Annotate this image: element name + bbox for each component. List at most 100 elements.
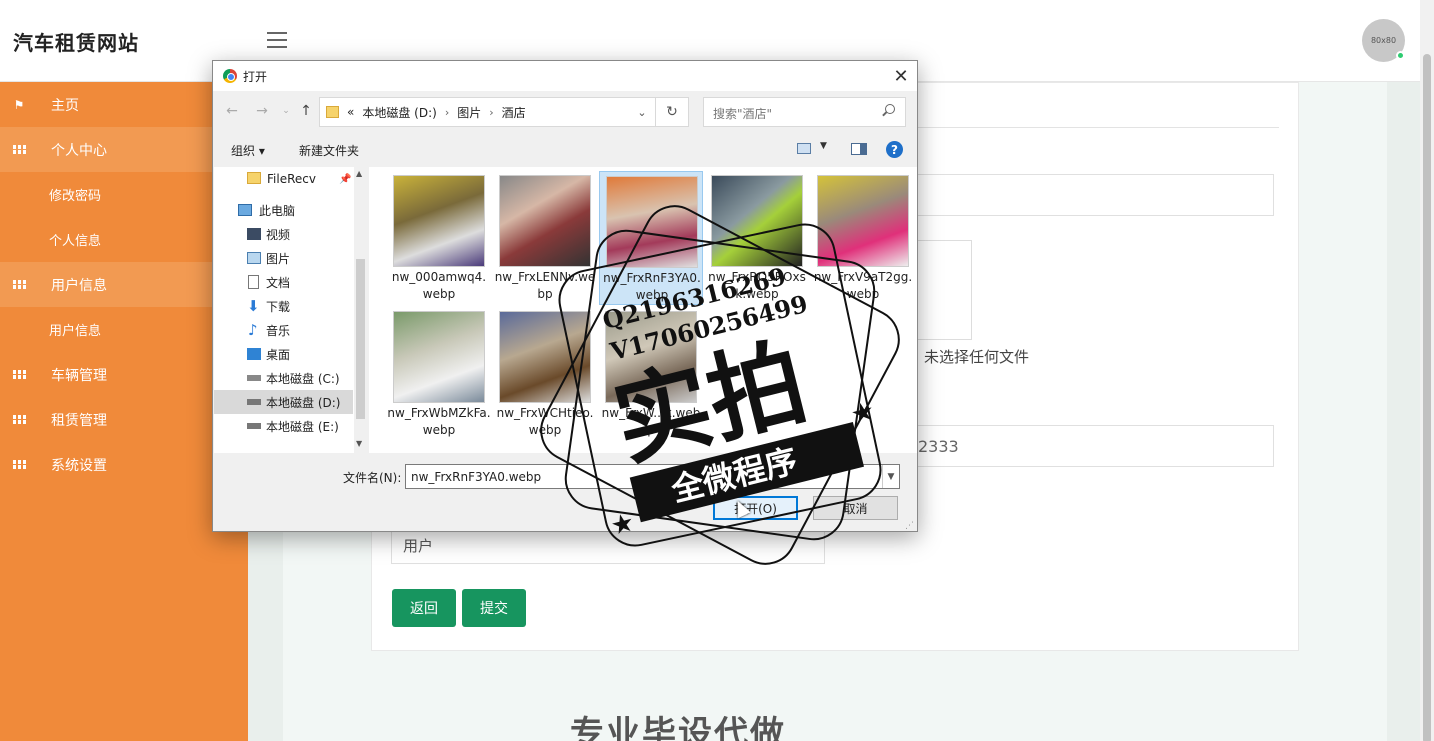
tree-item-filerecv[interactable]: FileRecv 📌: [214, 167, 353, 191]
tree-item-label: 视频: [266, 227, 291, 242]
tree-item-documents[interactable]: 文档: [214, 270, 353, 294]
grid-icon: [13, 414, 26, 426]
file-open-dialog: 打开 ✕ ← → ⌄ ↑ « 本地磁盘 (D:) › 图片 › 酒店 ⌄ ↻ 搜…: [212, 60, 918, 532]
filename-input[interactable]: nw_FrxRnF3YA0.webp: [405, 464, 900, 489]
tree-item-downloads[interactable]: ⬇ 下载: [214, 294, 353, 318]
back-arrow-icon[interactable]: ←: [221, 97, 243, 125]
sidebar-item-label: 车辆管理: [51, 367, 107, 384]
page-scrollbar-thumb[interactable]: [1423, 54, 1431, 741]
file-thumbnail: [606, 176, 698, 268]
search-input[interactable]: 搜索"酒店": [703, 97, 906, 127]
dialog-titlebar: 打开 ✕: [213, 61, 917, 91]
tree-item-label: 桌面: [266, 347, 291, 362]
breadcrumb-item[interactable]: 图片: [457, 104, 481, 121]
chevron-down-icon[interactable]: ▼: [820, 141, 827, 151]
tree-item-drive-e[interactable]: 本地磁盘 (E:): [214, 414, 353, 438]
tree-item-label: 下载: [266, 299, 291, 314]
file-item[interactable]: nw_FrxLENNv.webp: [493, 171, 597, 305]
tree-item-this-pc[interactable]: 此电脑: [214, 198, 353, 222]
page-scrollbar[interactable]: [1420, 0, 1434, 741]
file-name: nw_FrxW...k.webp: [601, 406, 701, 437]
tree-item-label: 音乐: [266, 323, 291, 338]
cancel-button[interactable]: 取消: [813, 496, 898, 520]
sidebar-item-personal-center[interactable]: 个人中心: [0, 127, 248, 172]
drive-icon: [247, 423, 261, 429]
video-icon: [247, 228, 261, 240]
close-icon[interactable]: ✕: [885, 62, 917, 90]
pin-icon: 📌: [339, 173, 352, 185]
file-item[interactable]: nw_000amwq4.webp: [387, 171, 491, 305]
organize-menu[interactable]: 组织 ▾: [231, 142, 265, 159]
menu-toggle-icon[interactable]: [267, 32, 287, 48]
view-mode-icon[interactable]: [797, 143, 811, 154]
file-list: nw_000amwq4.webp nw_FrxLENNv.webp nw_Frx…: [369, 167, 917, 453]
sidebar-item-vehicle-management[interactable]: 车辆管理: [0, 352, 248, 397]
computer-icon: [238, 204, 252, 216]
file-thumbnail: [499, 175, 591, 267]
tree-item-label: 本地磁盘 (D:): [266, 395, 341, 410]
scroll-up-icon[interactable]: ▲: [356, 169, 362, 178]
sidebar-item-home[interactable]: ⚑ 主页: [0, 82, 248, 127]
sidebar-item-user-info-sub[interactable]: 用户信息: [0, 307, 248, 352]
file-item[interactable]: nw_FrxRO5ROxsk.webp: [705, 171, 809, 305]
tree-item-drive-d[interactable]: 本地磁盘 (D:): [214, 390, 353, 414]
file-name: nw_000amwq4.webp: [391, 270, 487, 301]
file-thumbnail: [711, 175, 803, 267]
resize-grip-icon[interactable]: ⋰: [905, 521, 914, 531]
chevron-down-icon[interactable]: ⌄: [629, 97, 655, 127]
role-field[interactable]: [391, 527, 825, 564]
file-name: nw_FrxRnF3YA0.webp: [603, 271, 701, 302]
help-icon[interactable]: ?: [886, 141, 903, 158]
file-item[interactable]: nw_FrxWbMZkFa.webp: [387, 307, 491, 441]
sidebar-item-change-password[interactable]: 修改密码: [0, 172, 248, 217]
sidebar-item-system-settings[interactable]: 系统设置: [0, 442, 248, 487]
tree-item-drive-c[interactable]: 本地磁盘 (C:): [214, 366, 353, 390]
online-status-dot: [1396, 51, 1405, 60]
back-button[interactable]: 返回: [392, 589, 456, 627]
text-input-field[interactable]: [905, 174, 1274, 216]
folder-icon: [326, 106, 339, 118]
sidebar-item-label: 租赁管理: [51, 412, 107, 429]
tree-item-pictures[interactable]: 图片: [214, 246, 353, 270]
file-thumbnail: [605, 311, 697, 403]
breadcrumb-item[interactable]: 酒店: [502, 104, 526, 121]
tree-item-videos[interactable]: 视频: [214, 222, 353, 246]
phone-field[interactable]: [905, 425, 1274, 467]
forward-arrow-icon[interactable]: →: [251, 97, 273, 125]
scroll-down-icon[interactable]: ▼: [356, 439, 362, 448]
sidebar-item-personal-info[interactable]: 个人信息: [0, 217, 248, 262]
file-thumbnail: [817, 175, 909, 267]
file-name: nw_FrxWCHtieo.webp: [496, 406, 594, 437]
tree-item-label: 本地磁盘 (C:): [266, 371, 340, 386]
chevron-right-icon: ›: [444, 105, 450, 119]
sidebar-item-rental-management[interactable]: 租赁管理: [0, 397, 248, 442]
drive-icon: [247, 399, 261, 405]
file-thumbnail: [393, 175, 485, 267]
tree-item-music[interactable]: ♪ 音乐: [214, 318, 353, 342]
file-item-selected[interactable]: nw_FrxRnF3YA0.webp: [599, 171, 703, 305]
recent-dropdown-icon[interactable]: ⌄: [275, 97, 297, 125]
up-arrow-icon[interactable]: ↑: [295, 97, 317, 125]
file-item[interactable]: nw_FrxW...k.webp: [599, 307, 703, 441]
tree-item-desktop[interactable]: 桌面: [214, 342, 353, 366]
open-button[interactable]: 打开(O): [713, 496, 798, 520]
music-icon: ♪: [248, 321, 258, 339]
tree-scrollbar[interactable]: ▲ ▼: [354, 167, 367, 453]
flag-icon: ⚑: [13, 97, 25, 112]
file-item[interactable]: nw_FrxV9aT2gg.webp: [811, 171, 915, 305]
file-item[interactable]: nw_FrxWCHtieo.webp: [493, 307, 597, 441]
preview-pane-icon[interactable]: [851, 143, 867, 155]
new-folder-button[interactable]: 新建文件夹: [299, 142, 359, 159]
breadcrumb-item[interactable]: 本地磁盘 (D:): [362, 104, 436, 121]
role-value: 用户: [403, 537, 434, 555]
dialog-title: 打开: [243, 70, 268, 84]
sidebar-item-label: 用户信息: [51, 277, 107, 294]
download-icon: ⬇: [247, 297, 260, 315]
chevron-down-icon[interactable]: ▼: [882, 465, 899, 488]
sidebar-item-user-info[interactable]: 用户信息: [0, 262, 248, 307]
refresh-icon[interactable]: ↻: [655, 97, 689, 127]
tree-scrollbar-thumb[interactable]: [356, 259, 365, 419]
sidebar-item-label: 系统设置: [51, 457, 107, 474]
submit-button[interactable]: 提交: [462, 589, 526, 627]
filename-label: 文件名(N):: [343, 471, 402, 485]
